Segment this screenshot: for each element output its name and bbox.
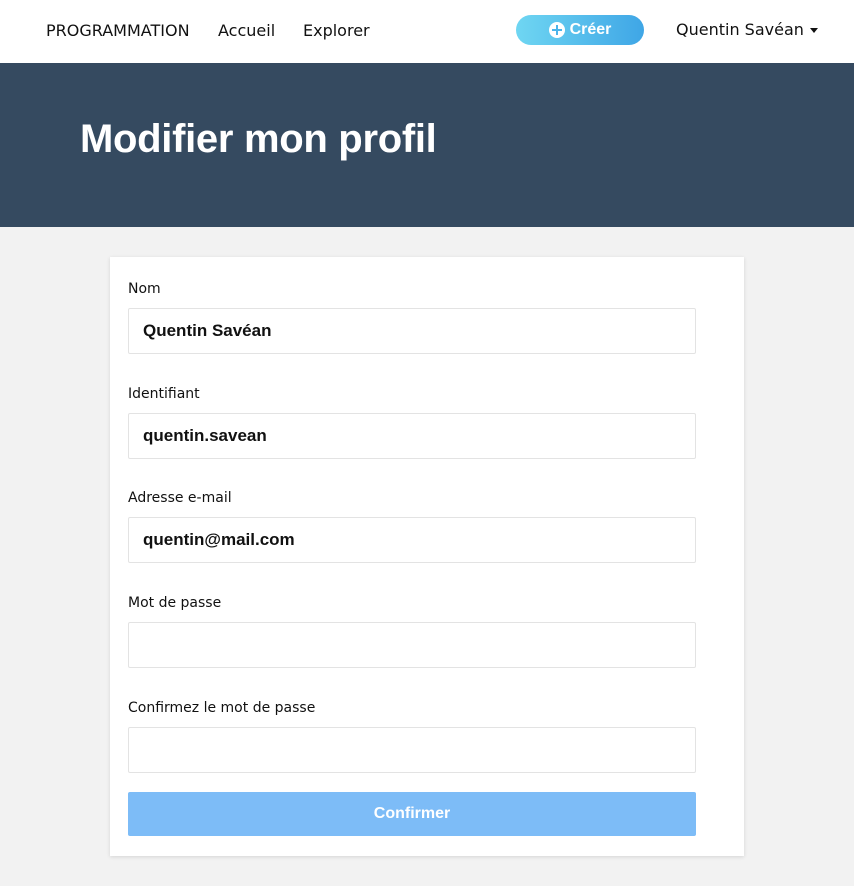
name-field[interactable] — [128, 308, 696, 354]
name-label: Nom — [128, 281, 161, 297]
brand-link[interactable]: PROGRAMMATION — [46, 21, 190, 40]
create-button[interactable]: Créer — [516, 15, 644, 45]
profile-form-card: Nom Identifiant Adresse e-mail Mot de pa… — [110, 257, 744, 856]
confirm-button[interactable]: Confirmer — [128, 792, 696, 836]
caret-down-icon — [809, 28, 818, 33]
email-field[interactable] — [128, 517, 696, 563]
confirm-password-field[interactable] — [128, 727, 696, 773]
user-menu[interactable]: Quentin Savéan — [676, 20, 818, 39]
password-field[interactable] — [128, 622, 696, 668]
user-name: Quentin Savéan — [676, 20, 804, 39]
password-label: Mot de passe — [128, 595, 222, 611]
plus-circle-icon — [548, 22, 565, 38]
confirm-password-label: Confirmez le mot de passe — [128, 700, 316, 716]
nav-link-explorer[interactable]: Explorer — [303, 21, 370, 40]
username-field[interactable] — [128, 413, 696, 459]
create-button-label: Créer — [569, 21, 612, 38]
page-header-banner: Modifier mon profil — [0, 63, 854, 227]
username-label: Identifiant — [128, 386, 200, 402]
nav-link-accueil[interactable]: Accueil — [218, 21, 275, 40]
email-label: Adresse e-mail — [128, 490, 232, 506]
top-navbar: PROGRAMMATION Accueil Explorer Créer Que… — [0, 0, 854, 63]
page-title: Modifier mon profil — [80, 117, 437, 161]
